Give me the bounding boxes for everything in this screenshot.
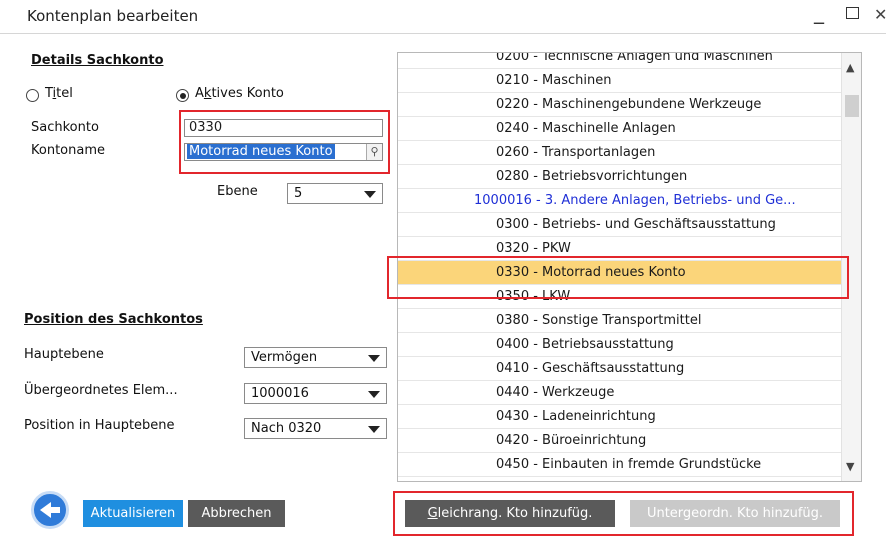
chevron-down-icon: [368, 426, 380, 433]
scroll-up-icon[interactable]: ▲: [846, 61, 854, 74]
maximize-icon[interactable]: [846, 7, 859, 19]
position-select[interactable]: Nach 0320: [244, 418, 387, 439]
back-arrow-icon[interactable]: [31, 491, 69, 529]
list-item[interactable]: 0420 - Büroeinrichtung: [398, 429, 841, 453]
ebene-select[interactable]: 5: [287, 183, 383, 204]
position-section-title: Position des Sachkontos: [24, 312, 203, 327]
list-item[interactable]: 0220 - Maschinengebundene Werkzeuge: [398, 93, 841, 117]
position-label: Position in Hauptebene: [24, 418, 175, 433]
title-bar: Kontenplan bearbeiten _ ✕: [0, 0, 886, 34]
list-item[interactable]: 0440 - Werkzeuge: [398, 381, 841, 405]
list-item[interactable]: 0410 - Geschäftsausstattung: [398, 357, 841, 381]
uebergeordnet-select[interactable]: 1000016: [244, 383, 387, 404]
list-item[interactable]: 0430 - Ladeneinrichtung: [398, 405, 841, 429]
chevron-down-icon: [364, 191, 376, 198]
list-item[interactable]: 0380 - Sonstige Transportmittel: [398, 309, 841, 333]
chevron-down-icon: [368, 355, 380, 362]
position-value: Nach 0320: [251, 421, 322, 436]
aktualisieren-button[interactable]: Aktualisieren: [83, 500, 183, 527]
highlight-box-buttons: [393, 491, 854, 536]
radio-aktives-konto-label[interactable]: Aktives Konto: [195, 86, 284, 101]
hauptebene-select[interactable]: Vermögen: [244, 347, 387, 368]
close-icon[interactable]: ✕: [874, 5, 886, 35]
scroll-down-icon[interactable]: ▼: [846, 460, 854, 473]
list-item[interactable]: 0450 - Einbauten in fremde Grundstücke: [398, 453, 841, 477]
hauptebene-value: Vermögen: [251, 350, 318, 365]
highlight-box-selected-row: [387, 256, 849, 299]
uebergeordnet-value: 1000016: [251, 386, 309, 401]
chevron-down-icon: [368, 391, 380, 398]
list-item[interactable]: 0300 - Betriebs- und Geschäftsausstattun…: [398, 213, 841, 237]
list-item[interactable]: 1000016 - 3. Andere Anlagen, Betriebs- u…: [398, 189, 841, 213]
details-section-title: Details Sachkonto: [31, 53, 164, 68]
radio-aktives-konto[interactable]: [176, 89, 189, 102]
radio-titel-label[interactable]: Titel: [45, 86, 73, 101]
list-item[interactable]: 0240 - Maschinelle Anlagen: [398, 117, 841, 141]
list-item[interactable]: 0200 - Technische Anlagen und Maschinen: [398, 53, 841, 69]
scroll-thumb[interactable]: [845, 95, 859, 117]
highlight-box-fields: [179, 110, 390, 174]
window-title: Kontenplan bearbeiten: [27, 7, 199, 25]
list-item[interactable]: 0280 - Betriebsvorrichtungen: [398, 165, 841, 189]
list-item[interactable]: 0210 - Maschinen: [398, 69, 841, 93]
minimize-icon[interactable]: _: [814, 0, 824, 30]
hauptebene-label: Hauptebene: [24, 347, 104, 362]
radio-titel[interactable]: [26, 89, 39, 102]
list-item[interactable]: 0260 - Transportanlagen: [398, 141, 841, 165]
ebene-label: Ebene: [217, 184, 258, 199]
sachkonto-label: Sachkonto: [31, 120, 99, 135]
kontoname-label: Kontoname: [31, 143, 105, 158]
list-item[interactable]: 0400 - Betriebsausstattung: [398, 333, 841, 357]
ebene-value: 5: [294, 186, 303, 201]
uebergeordnet-label: Übergeordnetes Elem...: [24, 383, 178, 398]
abbrechen-button[interactable]: Abbrechen: [188, 500, 285, 527]
